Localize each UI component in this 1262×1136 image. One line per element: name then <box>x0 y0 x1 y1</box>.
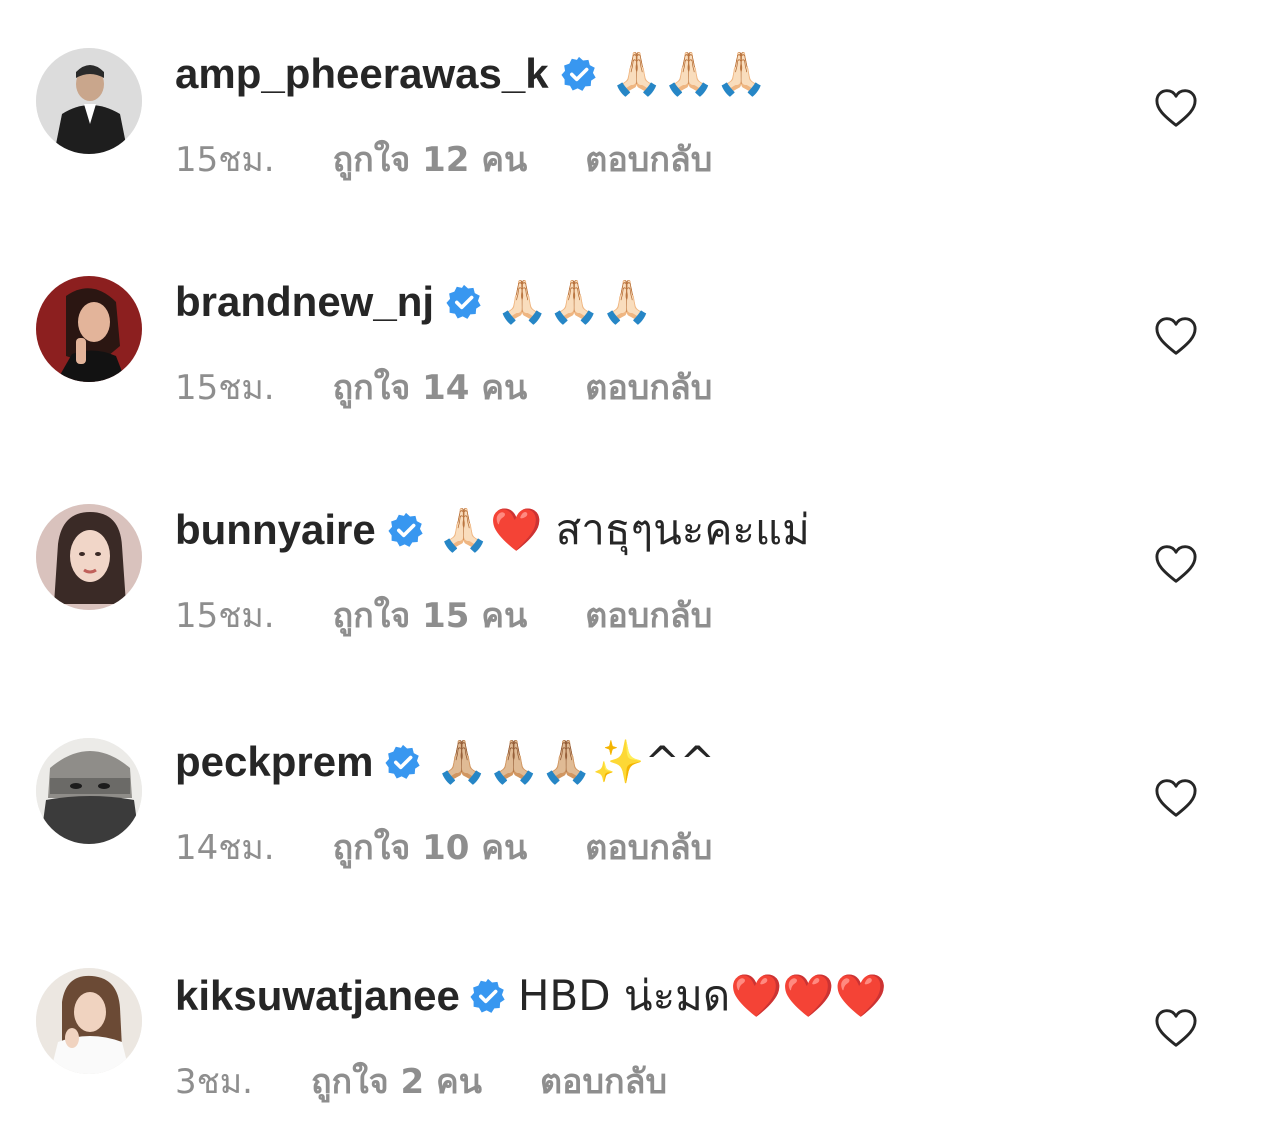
comment-meta: 15ชม. ถูกใจ 15 คน ตอบกลับ <box>175 588 712 642</box>
comment-text: HBD น่ะมด❤️❤️❤️ <box>517 971 888 1020</box>
heart-outline-icon[interactable] <box>1154 544 1198 584</box>
heart-outline-icon[interactable] <box>1154 316 1198 356</box>
timestamp[interactable]: 3ชม. <box>175 1054 253 1108</box>
like-count[interactable]: ถูกใจ 12 คน <box>333 132 528 186</box>
comment-text: 🙏🏻🙏🏻🙏🏻 <box>610 49 768 98</box>
timestamp[interactable]: 14ชม. <box>175 820 275 874</box>
comment-text: 🙏🏻🙏🏻🙏🏻 <box>496 277 653 326</box>
comment-item: bunnyaire 🙏🏻❤️ สาธุๆนะคะแม่ 15ชม. ถูกใจ … <box>0 496 1262 656</box>
username[interactable]: peckprem <box>175 738 373 786</box>
like-count[interactable]: ถูกใจ 14 คน <box>333 360 528 414</box>
username[interactable]: bunnyaire <box>175 506 376 554</box>
comment-header: bunnyaire 🙏🏻❤️ สาธุๆนะคะแม่ <box>175 502 810 558</box>
comment-item: amp_pheerawas_k 🙏🏻🙏🏻🙏🏻 15ชม. ถูกใจ 12 คน… <box>0 40 1262 200</box>
timestamp[interactable]: 15ชม. <box>175 132 275 186</box>
username[interactable]: amp_pheerawas_k <box>175 50 549 98</box>
avatar[interactable] <box>36 738 142 844</box>
heart-outline-icon[interactable] <box>1154 1008 1198 1048</box>
comment-header: kiksuwatjanee HBD น่ะมด❤️❤️❤️ <box>175 968 887 1024</box>
comment-header: brandnew_nj 🙏🏻🙏🏻🙏🏻 <box>175 274 653 330</box>
comment-meta: 14ชม. ถูกใจ 10 คน ตอบกลับ <box>175 820 712 874</box>
like-count[interactable]: ถูกใจ 15 คน <box>333 588 528 642</box>
verified-badge-icon <box>446 284 481 319</box>
verified-badge-icon <box>470 978 505 1013</box>
username[interactable]: kiksuwatjanee <box>175 972 460 1020</box>
comment-meta: 15ชม. ถูกใจ 12 คน ตอบกลับ <box>175 132 712 186</box>
timestamp[interactable]: 15ชม. <box>175 588 275 642</box>
avatar[interactable] <box>36 48 142 154</box>
comment-item: peckprem 🙏🏼🙏🏼🙏🏼✨^^ 14ชม. ถูกใจ 10 คน ตอบ… <box>0 730 1262 890</box>
like-count[interactable]: ถูกใจ 2 คน <box>311 1054 482 1108</box>
heart-outline-icon[interactable] <box>1154 778 1198 818</box>
comment-meta: 3ชม. ถูกใจ 2 คน ตอบกลับ <box>175 1054 667 1108</box>
comment-header: amp_pheerawas_k 🙏🏻🙏🏻🙏🏻 <box>175 46 767 102</box>
heart-outline-icon[interactable] <box>1154 88 1198 128</box>
comment-item: brandnew_nj 🙏🏻🙏🏻🙏🏻 15ชม. ถูกใจ 14 คน ตอบ… <box>0 268 1262 428</box>
verified-badge-icon <box>385 744 421 779</box>
comment-header: peckprem 🙏🏼🙏🏼🙏🏼✨^^ <box>175 734 715 790</box>
username[interactable]: brandnew_nj <box>175 278 434 326</box>
verified-badge-icon <box>561 56 596 91</box>
comment-meta: 15ชม. ถูกใจ 14 คน ตอบกลับ <box>175 360 712 414</box>
reply-button[interactable]: ตอบกลับ <box>585 132 712 186</box>
reply-button[interactable]: ตอบกลับ <box>540 1054 667 1108</box>
like-count[interactable]: ถูกใจ 10 คน <box>333 820 528 874</box>
timestamp[interactable]: 15ชม. <box>175 360 275 414</box>
avatar[interactable] <box>36 968 142 1074</box>
comment-text: 🙏🏻❤️ สาธุๆนะคะแม่ <box>437 505 810 554</box>
comment-item: kiksuwatjanee HBD น่ะมด❤️❤️❤️ 3ชม. ถูกใจ… <box>0 964 1262 1124</box>
reply-button[interactable]: ตอบกลับ <box>585 360 712 414</box>
reply-button[interactable]: ตอบกลับ <box>585 820 712 874</box>
reply-button[interactable]: ตอบกลับ <box>585 588 712 642</box>
avatar[interactable] <box>36 276 142 382</box>
avatar[interactable] <box>36 504 142 610</box>
comment-text: 🙏🏼🙏🏼🙏🏼✨^^ <box>435 737 715 786</box>
verified-badge-icon <box>388 512 423 547</box>
